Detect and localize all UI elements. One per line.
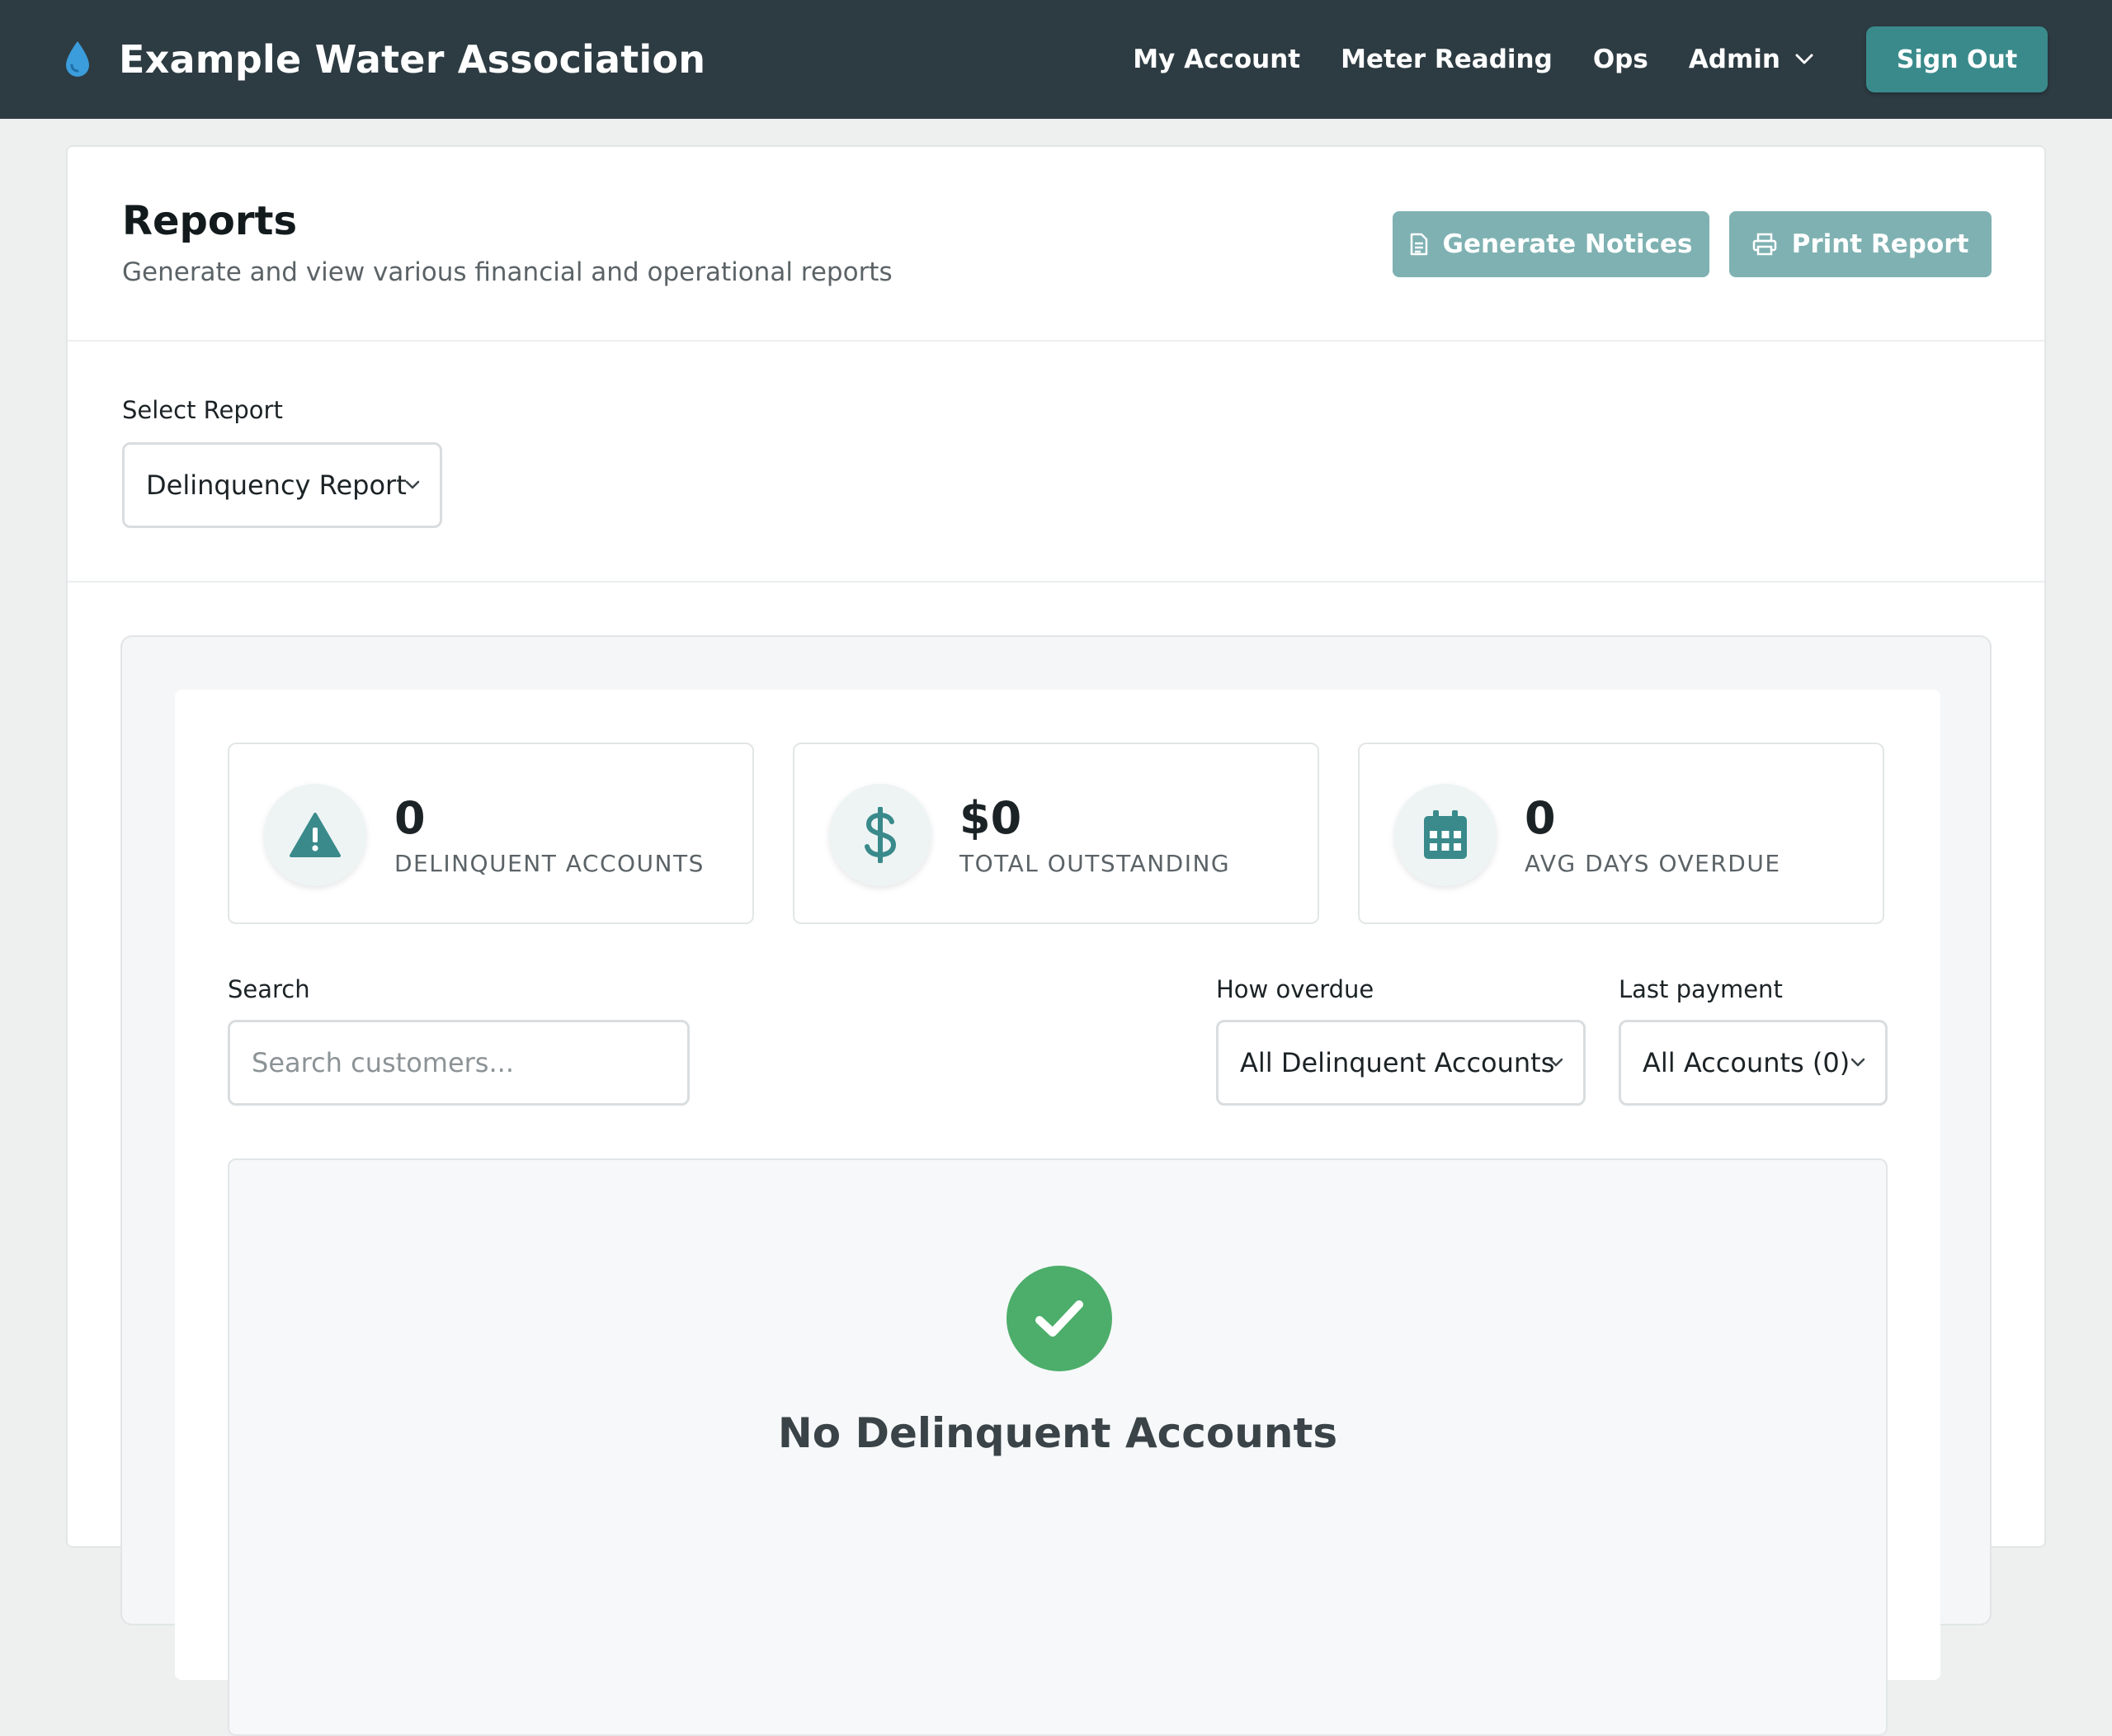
stat-delinquent-accounts: 0 DELINQUENT ACCOUNTS bbox=[228, 743, 754, 924]
generate-notices-button[interactable]: Generate Notices bbox=[1393, 211, 1709, 277]
empty-state: No Delinquent Accounts bbox=[228, 1158, 1888, 1736]
water-drop-icon bbox=[63, 38, 96, 81]
nav-admin-dropdown[interactable]: Admin bbox=[1689, 45, 1813, 74]
chevron-down-icon bbox=[1549, 1058, 1563, 1068]
report-panel: 0 DELINQUENT ACCOUNTS $0 TOTAL OUTSTANDI… bbox=[120, 635, 1992, 1736]
dollar-icon bbox=[829, 784, 931, 886]
nav-my-account[interactable]: My Account bbox=[1133, 45, 1300, 74]
brand[interactable]: Example Water Association bbox=[63, 0, 705, 119]
chevron-down-icon bbox=[1850, 1058, 1865, 1068]
reports-header: Reports Generate and view various financ… bbox=[68, 147, 2044, 342]
last-payment-label: Last payment bbox=[1619, 975, 1783, 1003]
stat-value: 0 bbox=[1525, 792, 1556, 844]
search-input[interactable] bbox=[228, 1020, 690, 1106]
warning-icon bbox=[264, 784, 366, 886]
nav-ops[interactable]: Ops bbox=[1593, 45, 1648, 74]
check-circle-icon bbox=[1006, 1266, 1112, 1371]
print-report-button[interactable]: Print Report bbox=[1729, 211, 1992, 277]
stat-value: 0 bbox=[394, 792, 426, 844]
delinquency-report: 0 DELINQUENT ACCOUNTS $0 TOTAL OUTSTANDI… bbox=[175, 690, 1940, 1736]
reports-card: Reports Generate and view various financ… bbox=[66, 145, 2046, 1736]
last-payment-value: All Accounts (0) bbox=[1643, 1047, 1850, 1078]
page-subtitle: Generate and view various financial and … bbox=[122, 257, 893, 287]
stat-label: DELINQUENT ACCOUNTS bbox=[394, 850, 705, 877]
report-selector-section: Select Report Delinquency Report bbox=[68, 342, 2044, 583]
chevron-down-icon bbox=[1795, 54, 1813, 65]
stat-label: TOTAL OUTSTANDING bbox=[959, 850, 1231, 877]
chevron-down-icon bbox=[405, 480, 420, 490]
report-select-value: Delinquency Report bbox=[146, 469, 407, 501]
page-title: Reports bbox=[122, 198, 298, 244]
stat-value: $0 bbox=[959, 792, 1022, 844]
app-title: Example Water Association bbox=[119, 37, 706, 82]
printer-icon bbox=[1752, 233, 1777, 256]
nav-admin-label: Admin bbox=[1688, 45, 1780, 74]
nav-meter-reading[interactable]: Meter Reading bbox=[1341, 45, 1553, 74]
stat-avg-days-overdue: 0 AVG DAYS OVERDUE bbox=[1358, 743, 1884, 924]
sign-out-button[interactable]: Sign Out bbox=[1866, 26, 2048, 92]
print-report-label: Print Report bbox=[1791, 229, 1969, 259]
stat-total-outstanding: $0 TOTAL OUTSTANDING bbox=[793, 743, 1319, 924]
empty-state-title: No Delinquent Accounts bbox=[777, 1409, 1338, 1457]
header-actions: Generate Notices Print Report bbox=[1393, 211, 1992, 277]
how-overdue-label: How overdue bbox=[1216, 975, 1374, 1003]
top-navbar: Example Water Association My Account Met… bbox=[0, 0, 2112, 119]
stat-label: AVG DAYS OVERDUE bbox=[1525, 850, 1781, 877]
main-nav: My Account Meter Reading Ops Admin Sign … bbox=[1133, 0, 2112, 119]
how-overdue-value: All Delinquent Accounts bbox=[1240, 1047, 1555, 1078]
calendar-icon bbox=[1394, 784, 1497, 886]
select-report-label: Select Report bbox=[122, 396, 283, 424]
search-label: Search bbox=[228, 975, 310, 1003]
document-icon bbox=[1410, 233, 1428, 256]
last-payment-select[interactable]: All Accounts (0) bbox=[1619, 1020, 1888, 1106]
how-overdue-select[interactable]: All Delinquent Accounts bbox=[1216, 1020, 1586, 1106]
report-select[interactable]: Delinquency Report bbox=[122, 442, 442, 528]
generate-notices-label: Generate Notices bbox=[1442, 229, 1693, 259]
